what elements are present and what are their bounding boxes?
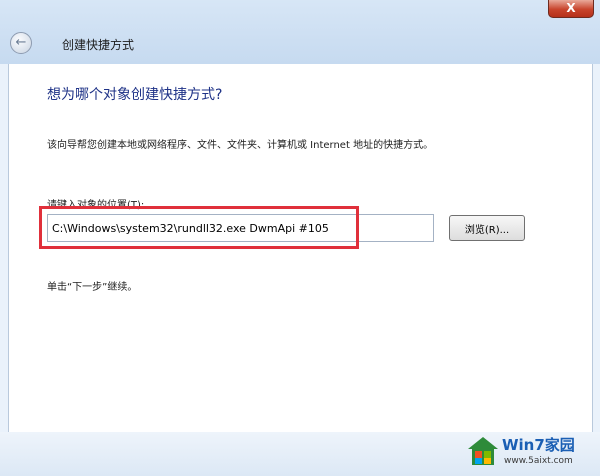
watermark-url: www.5aixt.com	[504, 456, 573, 466]
close-icon: X	[566, 1, 576, 15]
house-logo-icon	[468, 437, 498, 465]
back-button[interactable]: ←	[10, 32, 32, 54]
location-label: 请键入对象的位置(T):	[47, 200, 145, 211]
next-hint-text: 单击“下一步”继续。	[47, 282, 138, 293]
watermark-title: Win7家园	[502, 436, 575, 454]
wizard-heading: 想为哪个对象创建快捷方式?	[47, 87, 223, 103]
back-arrow-icon: ←	[15, 35, 27, 50]
watermark: Win7家园 www.5aixt.com	[466, 430, 596, 474]
window-title: 创建快捷方式	[62, 38, 135, 52]
window-titlebar: X ← 创建快捷方式	[0, 0, 600, 64]
browse-button[interactable]: 浏览(R)...	[449, 215, 525, 241]
close-button[interactable]: X	[548, 0, 594, 18]
wizard-description: 该向导帮您创建本地或网络程序、文件、文件夹、计算机或 Internet 地址的快…	[47, 140, 434, 151]
location-input[interactable]	[47, 214, 434, 242]
wizard-content: 想为哪个对象创建快捷方式? 该向导帮您创建本地或网络程序、文件、文件夹、计算机或…	[8, 64, 593, 476]
